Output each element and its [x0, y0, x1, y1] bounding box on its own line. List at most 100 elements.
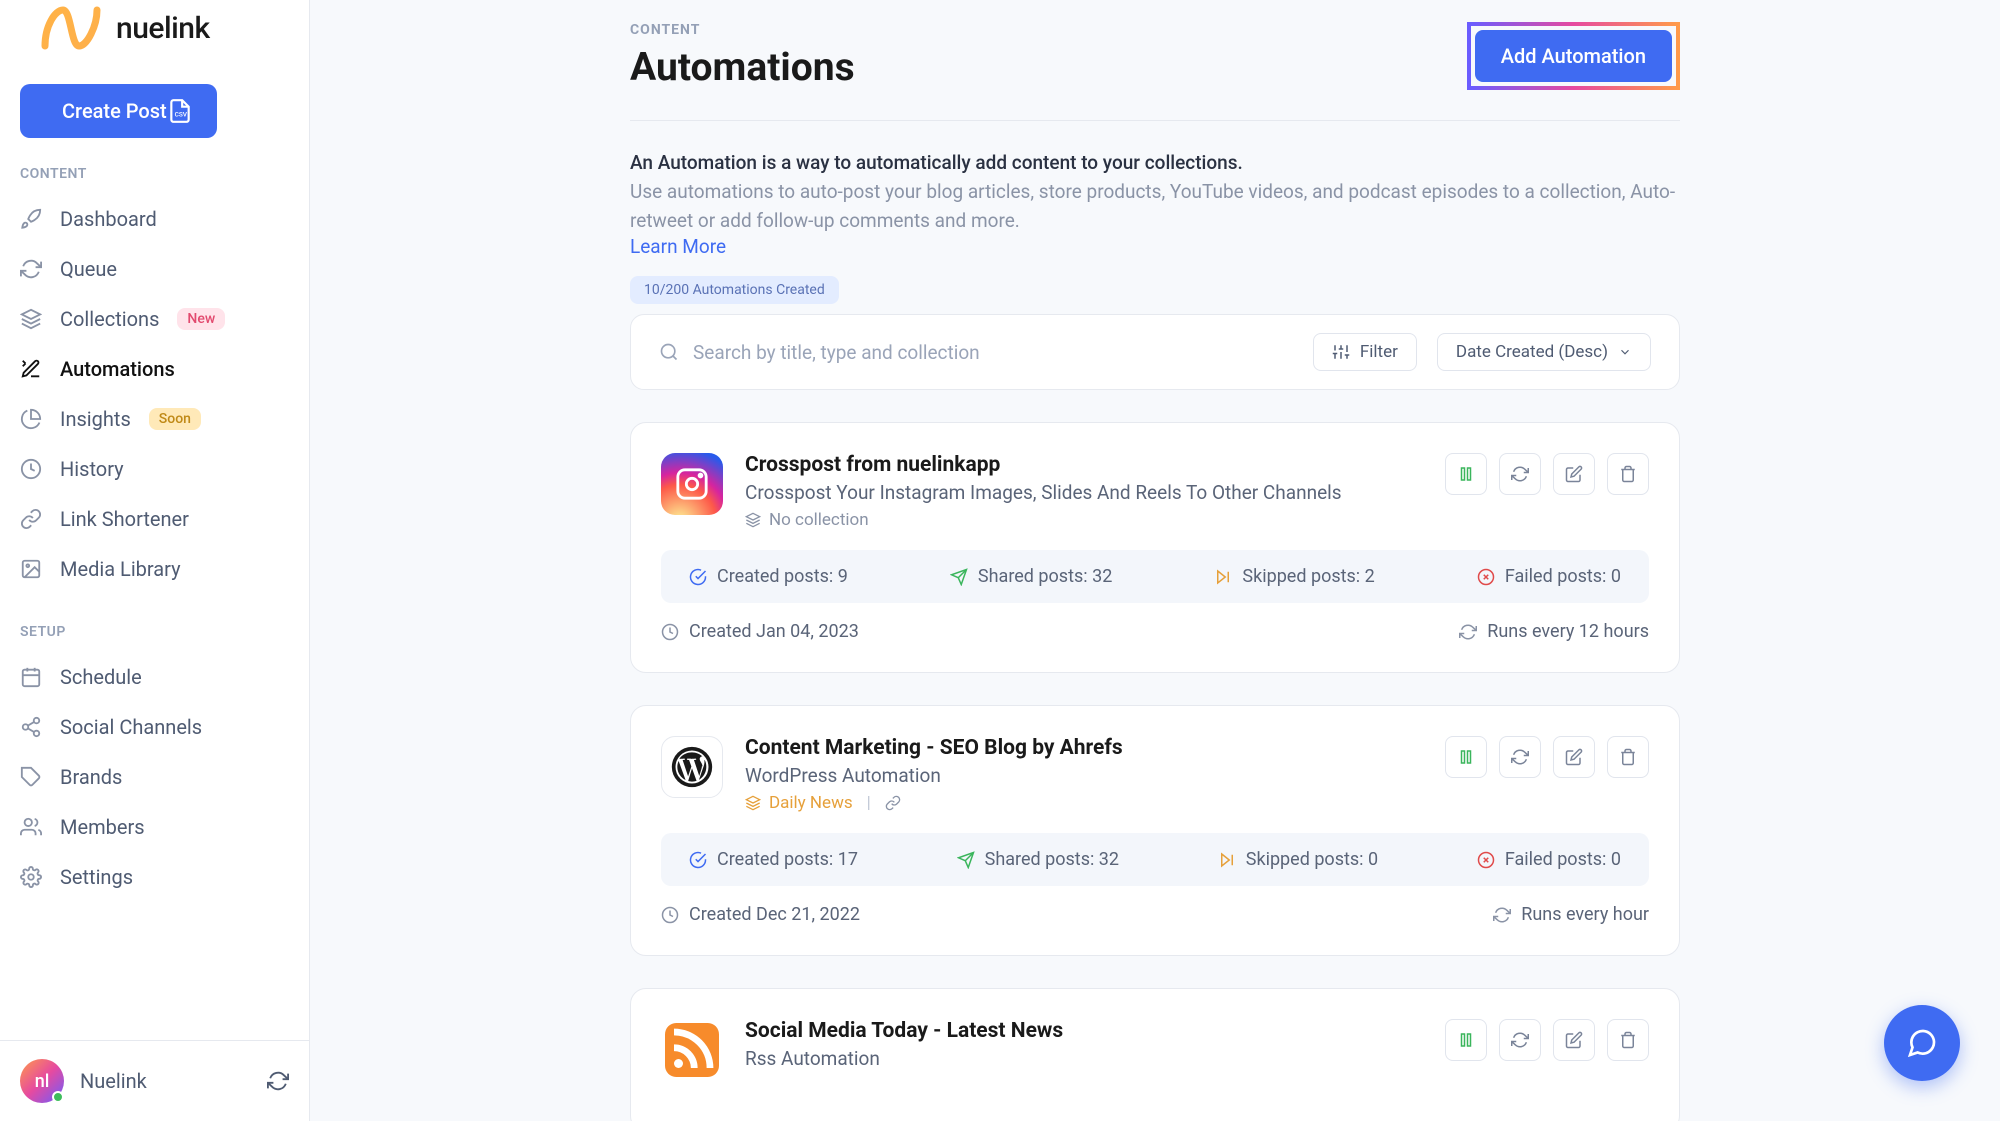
edit-button[interactable] [1553, 1019, 1595, 1061]
created-date: Created Dec 21, 2022 [661, 904, 860, 925]
automation-card: Social Media Today - Latest News Rss Aut… [630, 988, 1680, 1121]
instagram-icon [661, 453, 723, 515]
add-automation-button[interactable]: Add Automation [1475, 30, 1672, 82]
pause-button[interactable] [1445, 1019, 1487, 1061]
refresh-button[interactable] [1499, 736, 1541, 778]
sidebar-item-label: Dashboard [60, 207, 157, 231]
sidebar-item-queue[interactable]: Queue [0, 244, 309, 294]
search-icon [659, 342, 679, 362]
sidebar-item-label: History [60, 457, 124, 481]
section-label-content: CONTENT [0, 166, 309, 194]
sidebar-item-label: Social Channels [60, 715, 202, 739]
pause-button[interactable] [1445, 453, 1487, 495]
logo[interactable]: nuelink [0, 0, 309, 56]
sidebar-item-collections[interactable]: Collections New [0, 294, 309, 344]
sidebar-item-members[interactable]: Members [0, 802, 309, 852]
sidebar-item-link-shortener[interactable]: Link Shortener [0, 494, 309, 544]
sidebar-item-settings[interactable]: Settings [0, 852, 309, 902]
sidebar-item-social-channels[interactable]: Social Channels [0, 702, 309, 752]
sidebar-item-label: Automations [60, 357, 175, 381]
sidebar-footer: nl Nuelink [0, 1040, 309, 1121]
refresh-icon [20, 258, 42, 280]
image-icon [20, 558, 42, 580]
edit-button[interactable] [1553, 736, 1595, 778]
sidebar-item-label: Schedule [60, 665, 142, 689]
logo-text: nuelink [116, 11, 210, 46]
learn-more-link[interactable]: Learn More [630, 235, 726, 258]
help-fab[interactable] [1884, 1005, 1960, 1081]
user-name: Nuelink [80, 1069, 251, 1093]
card-title: Crosspost from nuelinkapp [745, 453, 1423, 477]
automation-card: Crosspost from nuelinkapp Crosspost Your… [630, 422, 1680, 673]
svg-text:CSV: CSV [174, 110, 187, 118]
sidebar-item-label: Brands [60, 765, 122, 789]
create-post-button[interactable]: Create Post CSV [20, 84, 217, 138]
card-collection: Daily News| [745, 793, 1423, 813]
automation-icon [20, 358, 42, 380]
clock-icon [20, 458, 42, 480]
refresh-button[interactable] [1499, 1019, 1541, 1061]
stat-created: Created posts: 17 [689, 849, 858, 870]
sync-icon[interactable] [267, 1070, 289, 1092]
filter-button[interactable]: Filter [1313, 333, 1417, 371]
sidebar: nuelink Create Post CSV CONTENT Dashboar… [0, 0, 310, 1121]
users-icon [20, 816, 42, 838]
sliders-icon [1332, 343, 1350, 361]
eyebrow: CONTENT [630, 22, 855, 38]
runs-interval: Runs every 12 hours [1459, 621, 1649, 642]
sidebar-item-insights[interactable]: Insights Soon [0, 394, 309, 444]
stat-created: Created posts: 9 [689, 566, 848, 587]
sort-label: Date Created (Desc) [1456, 342, 1608, 362]
filter-label: Filter [1360, 342, 1398, 362]
status-dot [52, 1091, 64, 1103]
csv-icon: CSV [167, 98, 193, 124]
gear-icon [20, 866, 42, 888]
sidebar-item-dashboard[interactable]: Dashboard [0, 194, 309, 244]
trash-button[interactable] [1607, 736, 1649, 778]
avatar[interactable]: nl [20, 1059, 64, 1103]
main-content: CONTENT Automations Add Automation An Au… [310, 0, 2000, 1121]
intro-strong: An Automation is a way to automatically … [630, 151, 1680, 174]
add-automation-highlight: Add Automation [1467, 22, 1680, 90]
card-collection: No collection [745, 510, 1423, 530]
layers-icon [20, 308, 42, 330]
card-subtitle: WordPress Automation [745, 764, 1423, 787]
stat-skipped: Skipped posts: 2 [1214, 566, 1374, 587]
stats-row: Created posts: 9 Shared posts: 32 Skippe… [661, 550, 1649, 603]
sort-button[interactable]: Date Created (Desc) [1437, 333, 1651, 371]
intro-sub: Use automations to auto-post your blog a… [630, 178, 1680, 235]
sidebar-item-label: Media Library [60, 557, 181, 581]
search-input[interactable] [693, 341, 1293, 364]
sidebar-item-history[interactable]: History [0, 444, 309, 494]
stats-row: Created posts: 17 Shared posts: 32 Skipp… [661, 833, 1649, 886]
sidebar-item-label: Settings [60, 865, 133, 889]
chart-icon [20, 408, 42, 430]
card-title: Social Media Today - Latest News [745, 1019, 1423, 1043]
rocket-icon [20, 208, 42, 230]
tag-icon [20, 766, 42, 788]
page-title: Automations [630, 44, 855, 90]
stat-skipped: Skipped posts: 0 [1218, 849, 1378, 870]
create-post-label: Create Post [62, 99, 167, 123]
sidebar-item-schedule[interactable]: Schedule [0, 652, 309, 702]
logo-mark-icon [40, 0, 102, 56]
created-date: Created Jan 04, 2023 [661, 621, 859, 642]
chevron-down-icon [1618, 345, 1632, 359]
stat-failed: Failed posts: 0 [1477, 849, 1621, 870]
sidebar-item-label: Link Shortener [60, 507, 189, 531]
sidebar-item-label: Collections [60, 307, 159, 331]
refresh-button[interactable] [1499, 453, 1541, 495]
sidebar-item-automations[interactable]: Automations [0, 344, 309, 394]
sidebar-item-media-library[interactable]: Media Library [0, 544, 309, 594]
wordpress-icon [661, 736, 723, 798]
automation-card: Content Marketing - SEO Blog by Ahrefs W… [630, 705, 1680, 956]
edit-button[interactable] [1553, 453, 1595, 495]
chat-icon [1906, 1027, 1938, 1059]
section-label-setup: SETUP [0, 624, 309, 652]
trash-button[interactable] [1607, 1019, 1649, 1061]
pause-button[interactable] [1445, 736, 1487, 778]
sidebar-item-brands[interactable]: Brands [0, 752, 309, 802]
sidebar-item-label: Insights [60, 407, 131, 431]
new-badge: New [177, 308, 225, 330]
trash-button[interactable] [1607, 453, 1649, 495]
